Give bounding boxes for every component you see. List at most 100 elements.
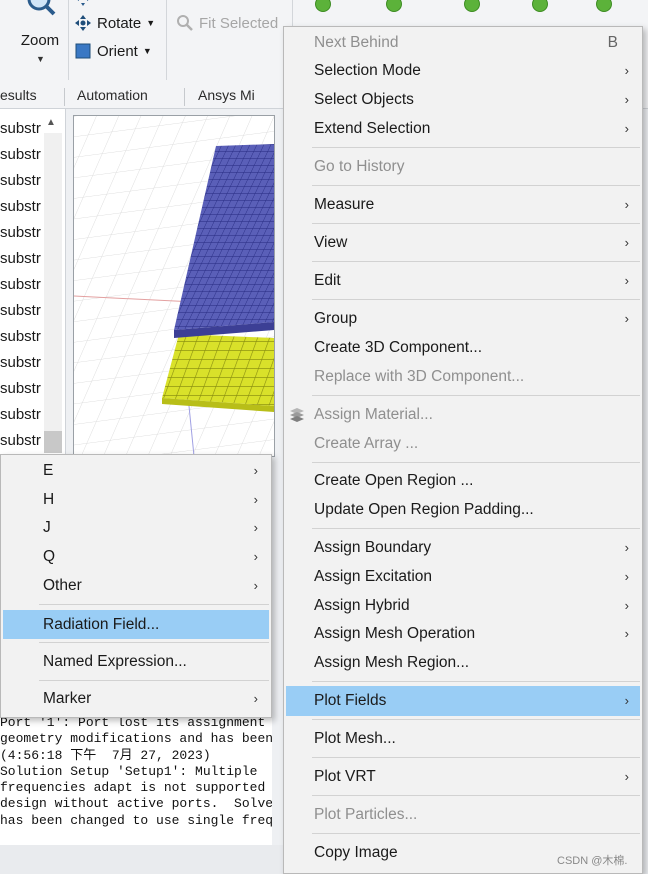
zoom-button[interactable]: Zoom ▼ [12,0,68,72]
menu-item-select-objects[interactable]: Select Objects › [284,87,642,113]
menu-item-go-to-history[interactable]: Go to History [284,154,642,180]
chevron-right-icon: › [253,492,258,507]
menu-separator [39,604,269,605]
chevron-right-icon: › [624,235,629,250]
tree-item[interactable]: substr [0,220,41,246]
menu-item-plot-particles[interactable]: Plot Particles... [284,802,642,828]
submenu-item-j[interactable]: J › [1,515,271,541]
menu-item-next-behind[interactable]: Next Behind B [284,30,642,56]
chevron-right-icon: › [253,463,258,478]
tree-item[interactable]: substr [0,168,41,194]
chevron-right-icon: › [624,273,629,288]
submenu-item-e[interactable]: E › [1,458,271,484]
tab-automation[interactable]: Automation [77,87,148,103]
scroll-up-icon[interactable]: ▲ [46,117,56,128]
menu-item-create-array[interactable]: Create Array ... [284,431,642,457]
console-line: geometry modifications and has been [0,731,272,747]
chevron-right-icon: › [624,121,629,136]
zoom-label: Zoom [20,32,60,49]
cube-icon [74,42,92,60]
menu-item-measure[interactable]: Measure › [284,192,642,218]
menu-separator [312,719,640,720]
tree-item[interactable]: substr [0,246,41,272]
status-dot-icon[interactable] [596,0,612,12]
menu-item-assign-mesh-region[interactable]: Assign Mesh Region... [284,650,642,676]
tree-item[interactable]: substr [0,142,41,168]
chevron-right-icon: › [624,769,629,784]
fit-selected-button[interactable]: Fit Selected [176,12,278,34]
menu-separator [312,395,640,396]
modeler-3d-view[interactable] [73,115,275,457]
chevron-down-icon: ▼ [146,18,156,28]
menu-separator [312,462,640,463]
console-line: design without active ports. Solve [0,796,272,812]
menu-item-assign-hybrid[interactable]: Assign Hybrid › [284,593,642,619]
submenu-item-marker[interactable]: Marker › [1,686,271,712]
menu-separator [312,261,640,262]
tree-item[interactable]: substr [0,272,41,298]
menu-item-create-3d-component[interactable]: Create 3D Component... [284,335,642,361]
menu-item-assign-material[interactable]: Assign Material... [284,402,642,428]
tree-item[interactable]: substr [0,194,41,220]
menu-item-group[interactable]: Group › [284,306,642,332]
chevron-right-icon: › [624,197,629,212]
status-dot-icon[interactable] [532,0,548,12]
menu-separator [312,223,640,224]
menu-item-extend-selection[interactable]: Extend Selection › [284,116,642,142]
submenu-item-named-expression[interactable]: Named Expression... [1,649,271,675]
menu-item-replace-with-3d-component[interactable]: Replace with 3D Component... [284,364,642,390]
chevron-right-icon: › [624,569,629,584]
tree-item[interactable]: substr [0,350,41,376]
console-line: frequencies adapt is not supported [0,780,266,796]
console-line: (4:56:18 下午 7月 27, 2023) [0,747,211,763]
submenu-item-h[interactable]: H › [1,487,271,513]
submenu-item-other[interactable]: Other › [1,573,271,599]
chevron-down-icon: ▼ [36,54,45,64]
menu-item-edit[interactable]: Edit › [284,268,642,294]
menu-item-assign-boundary[interactable]: Assign Boundary › [284,535,642,561]
tree-item[interactable]: substr [0,324,41,350]
tree-item[interactable]: substr [0,298,41,324]
tree-item[interactable]: substr [0,428,41,454]
menu-item-assign-mesh-operation[interactable]: Assign Mesh Operation › [284,621,642,647]
tree-scrollbar[interactable] [44,133,62,453]
tree-item[interactable]: substr [0,402,41,428]
submenu-item-q[interactable]: Q › [1,544,271,570]
menu-item-view[interactable]: View › [284,230,642,256]
model-geometry [74,116,274,456]
tree-item[interactable]: substr [0,376,41,402]
message-console: Port '1': Port lost its assignment geome… [0,715,272,845]
menu-separator [312,795,640,796]
rotate-button[interactable]: Rotate ▼ [74,12,155,34]
menu-separator [312,185,640,186]
status-strip [0,845,290,874]
menu-item-plot-mesh[interactable]: Plot Mesh... [284,726,642,752]
tree-item[interactable]: substr [0,116,41,142]
chevron-right-icon: › [624,540,629,555]
menu-item-selection-mode[interactable]: Selection Mode › [284,58,642,84]
status-dot-icon[interactable] [315,0,331,12]
menu-item-create-open-region[interactable]: Create Open Region ... [284,468,642,494]
scrollbar-thumb[interactable] [44,431,62,453]
menu-separator [312,757,640,758]
chevron-right-icon: › [624,598,629,613]
status-dot-icon[interactable] [464,0,480,12]
menu-separator [312,147,640,148]
chevron-right-icon: › [624,63,629,78]
orient-button[interactable]: Orient ▼ [74,40,152,62]
submenu-item-radiation-field[interactable]: Radiation Field... [3,610,269,639]
menu-separator [39,642,269,643]
status-dot-icon[interactable] [386,0,402,12]
menu-item-plot-vrt[interactable]: Plot VRT › [284,764,642,790]
tab-ansys-minerva[interactable]: Ansys Mi [198,87,255,103]
plot-fields-submenu: E › H › J › Q › Other › Radiation Field... Na… [0,454,272,718]
pan-button[interactable] [74,0,97,10]
chevron-right-icon: › [253,520,258,535]
menu-item-plot-fields[interactable]: Plot Fields › [286,686,640,716]
orient-label: Orient [97,42,138,60]
menu-item-assign-excitation[interactable]: Assign Excitation › [284,564,642,590]
context-menu: Next Behind B Selection Mode › Select Obj… [283,26,643,874]
project-tree: substr substr substr substr substr subst… [0,109,66,454]
menu-item-update-open-region-padding[interactable]: Update Open Region Padding... [284,497,642,523]
tab-results[interactable]: esults [0,87,37,103]
